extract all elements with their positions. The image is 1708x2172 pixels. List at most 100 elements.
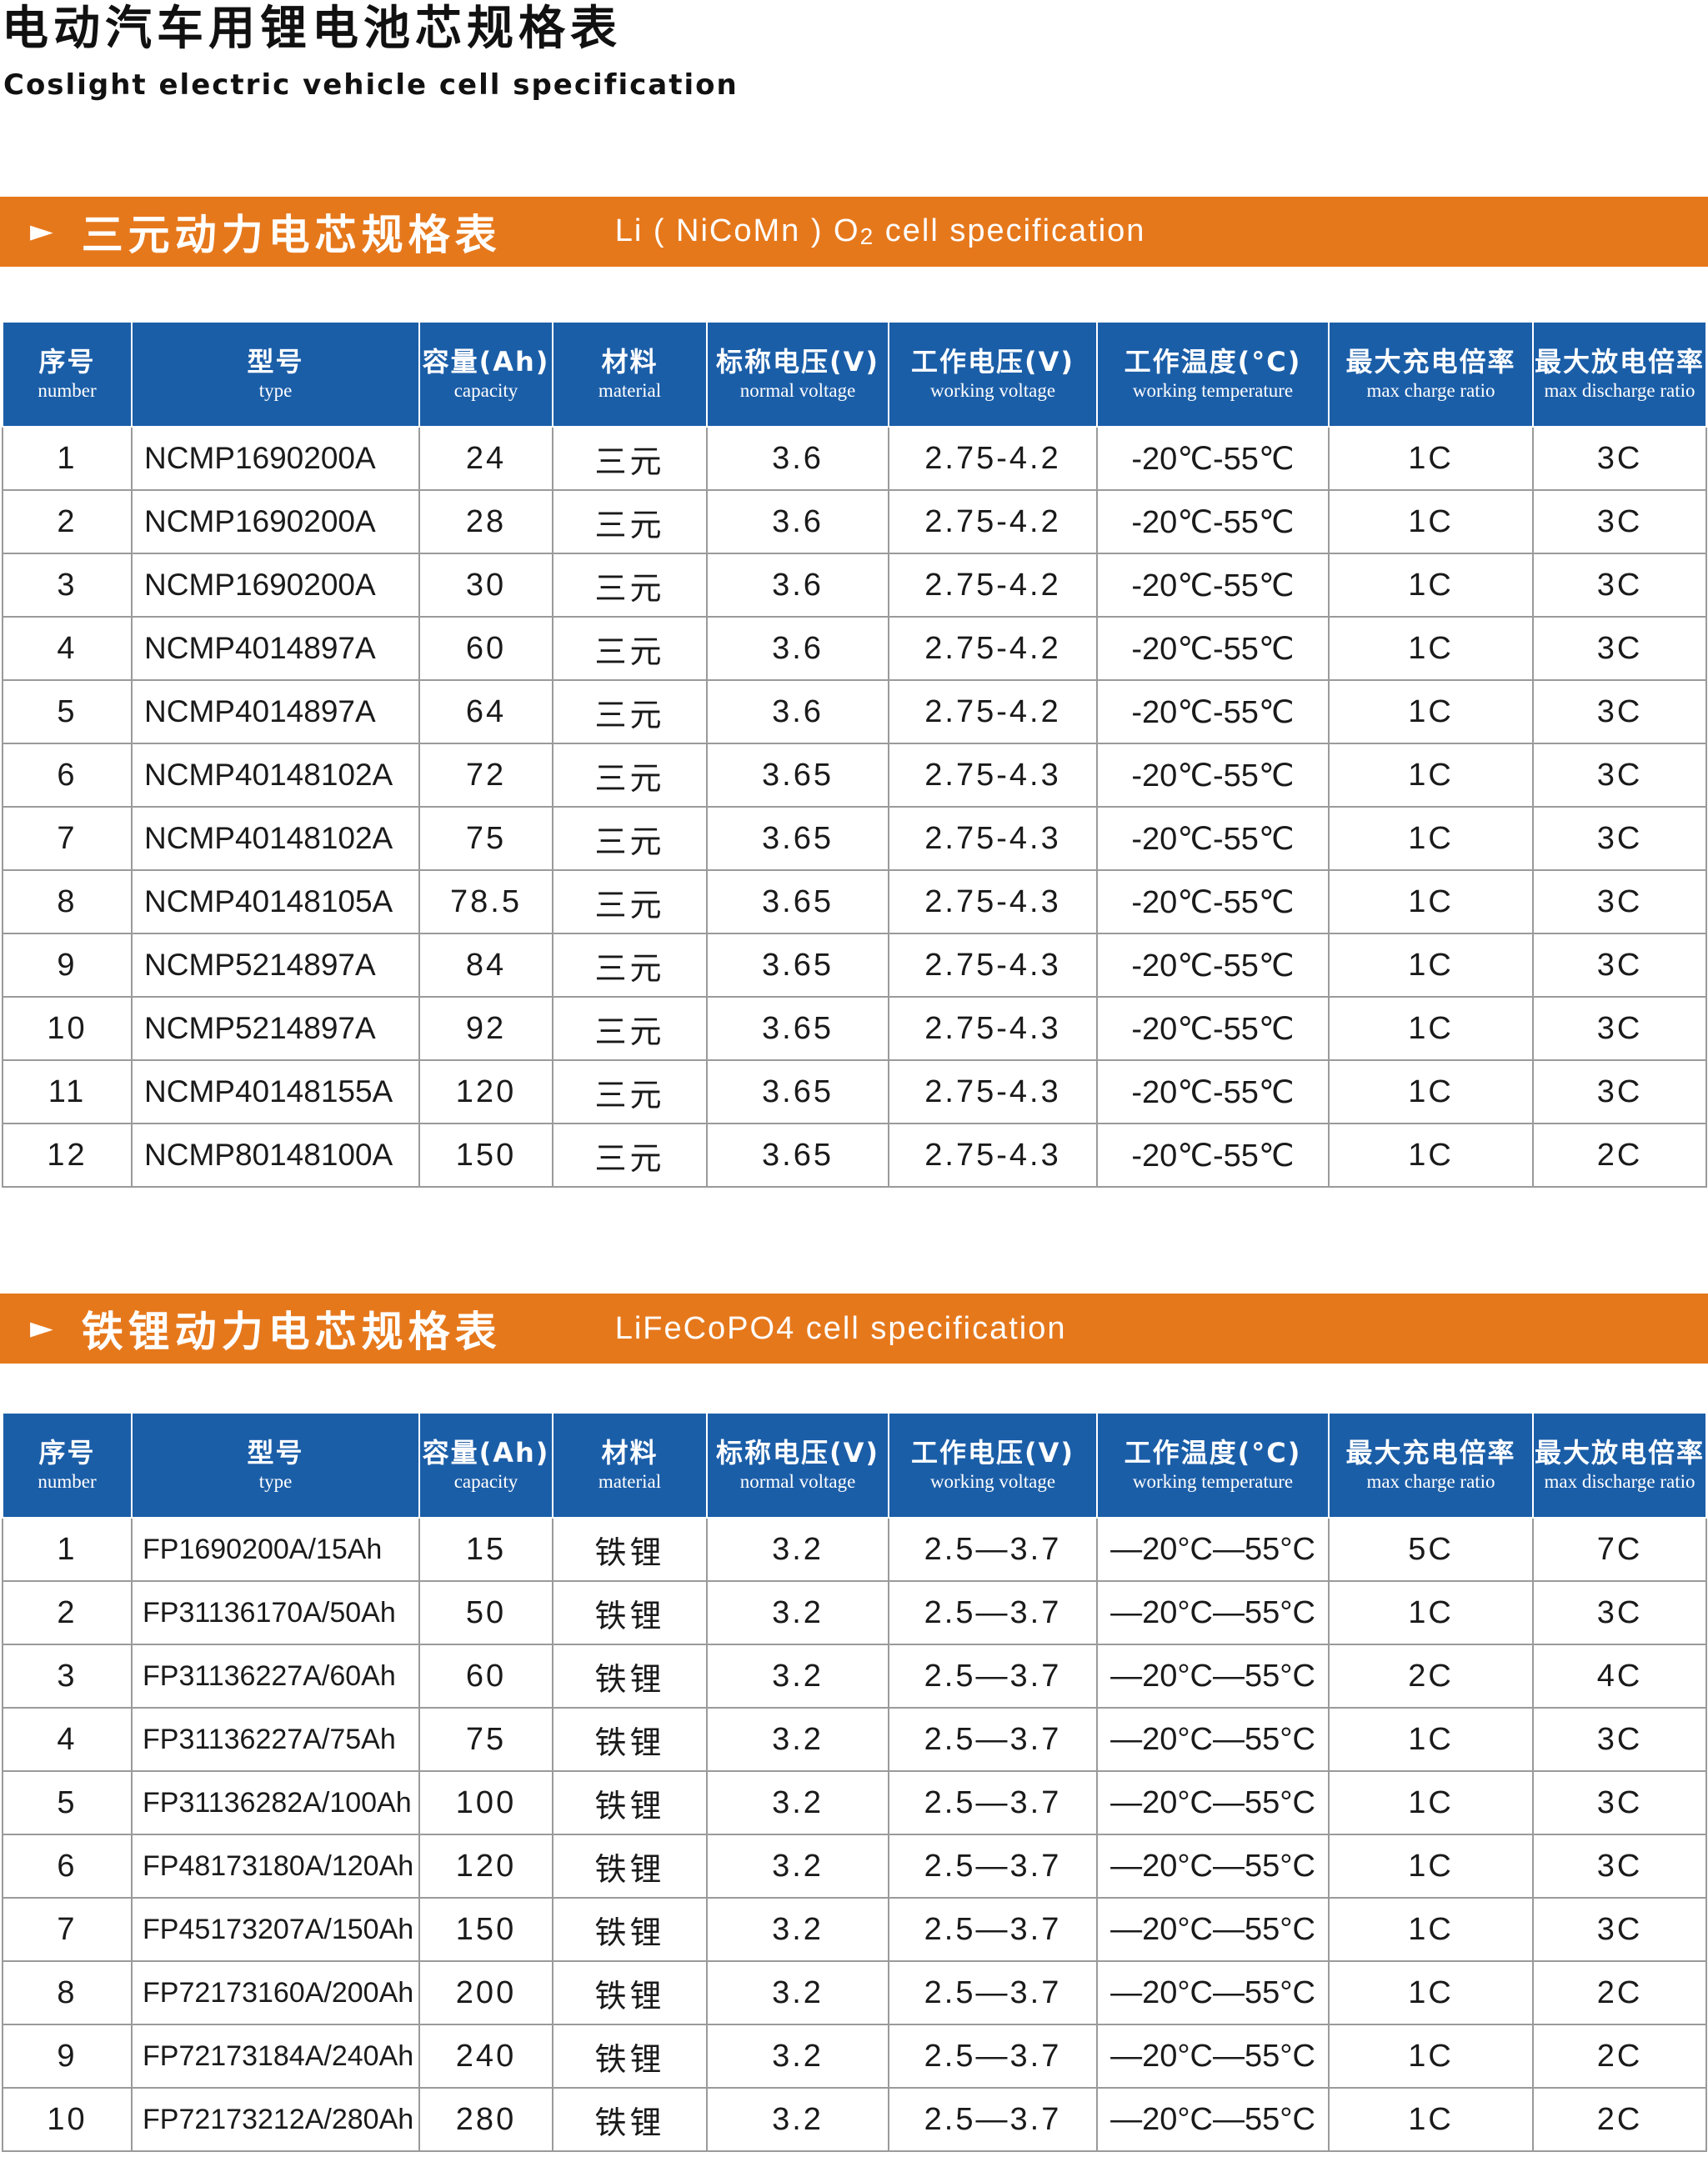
temperature-cell: -20℃-55℃ [1096,679,1330,744]
discharge-ratio-cell: 3C [1532,489,1707,554]
table-row: 10 NCMP5214897A 92 三元 3.65 2.75-4.3 -20℃-55℃ 1C… [2,996,1707,1061]
working-voltage-cell: 2.5—3.7 [888,2024,1098,2089]
header-max-charge-ratio: 最大充电倍率 max charge ratio [1328,1412,1534,1519]
model-cell: NCMP1690200A [131,553,420,618]
charge-ratio-cell: 1C [1328,743,1534,808]
material-cell: 铁锂 [552,1834,708,1899]
header-label-cn: 工作电压(V) [910,1437,1075,1469]
table-row: 4 FP31136227A/75Ah 75 铁锂 3.2 2.5—3.7 —20°C—55°… [2,1707,1707,1772]
header-label-en: capacity [453,380,518,402]
nominal-voltage-cell: 3.2 [706,1580,889,1645]
material-cell: 三元 [552,996,708,1061]
row-number: 9 [2,933,133,998]
ncm-section-banner: ► 三元动力电芯规格表 Li ( NiCoMn ) O2 cell specif… [0,197,1708,267]
table-row: 9 NCMP5214897A 84 三元 3.65 2.75-4.3 -20℃-55℃ 1C 3… [2,933,1707,998]
triangle-arrow-icon: ► [30,1311,53,1345]
table-header-row: 序号 number 型号 type 容量(Ah) capacity 材料 material 标称… [2,321,1707,428]
nominal-voltage-cell: 3.2 [706,1897,889,1962]
nominal-voltage-cell: 3.65 [706,869,889,934]
charge-ratio-cell: 1C [1328,553,1534,618]
header-label-en: max charge ratio [1366,380,1495,402]
header-label-en: number [38,380,97,402]
capacity-cell: 120 [418,1834,553,1899]
row-number: 8 [2,1960,133,2025]
capacity-cell: 24 [418,426,553,491]
working-voltage-cell: 2.5—3.7 [888,1960,1098,2025]
header-working-temperature: 工作温度(°C) working temperature [1096,321,1330,428]
charge-ratio-cell: 1C [1328,996,1534,1061]
capacity-cell: 60 [418,616,553,681]
header-label-cn: 标称电压(V) [715,346,880,378]
discharge-ratio-cell: 3C [1532,933,1707,998]
temperature-cell: —20°C—55°C [1096,2087,1330,2152]
material-cell: 铁锂 [552,1707,708,1772]
charge-ratio-cell: 1C [1328,1580,1534,1645]
working-voltage-cell: 2.5—3.7 [888,2087,1098,2152]
header-type: 型号 type [131,1412,420,1519]
temperature-cell: -20℃-55℃ [1096,1059,1330,1124]
nominal-voltage-cell: 3.65 [706,933,889,998]
row-number: 8 [2,869,133,934]
material-cell: 铁锂 [552,1960,708,2025]
temperature-cell: -20℃-55℃ [1096,996,1330,1061]
table-row: 4 NCMP4014897A 60 三元 3.6 2.75-4.2 -20℃-55℃ 1C 3C [2,616,1707,681]
temperature-cell: —20°C—55°C [1096,1770,1330,1835]
capacity-cell: 75 [418,1707,553,1772]
model-cell: FP31136170A/50Ah [131,1580,420,1645]
material-cell: 铁锂 [552,2087,708,2152]
material-cell: 三元 [552,679,708,744]
discharge-ratio-cell: 3C [1532,996,1707,1061]
table-row: 3 NCMP1690200A 30 三元 3.6 2.75-4.2 -20℃-55℃ 1C 3C [2,553,1707,618]
row-number: 2 [2,489,133,554]
capacity-cell: 78.5 [418,869,553,934]
header-working-voltage: 工作电压(V) working voltage [888,321,1098,428]
document-subtitle: Coslight electric vehicle cell specifica… [3,68,739,102]
model-cell: NCMP40148155A [131,1059,420,1124]
temperature-cell: -20℃-55℃ [1096,1123,1330,1188]
working-voltage-cell: 2.5—3.7 [888,1897,1098,1962]
header-label-cn: 材料 [601,346,659,378]
charge-ratio-cell: 1C [1328,2087,1534,2152]
material-cell: 铁锂 [552,1580,708,1645]
discharge-ratio-cell: 3C [1532,1707,1707,1772]
discharge-ratio-cell: 3C [1532,679,1707,744]
capacity-cell: 120 [418,1059,553,1124]
charge-ratio-cell: 1C [1328,679,1534,744]
header-capacity: 容量(Ah) capacity [418,321,553,428]
header-label-cn: 序号 [38,1437,96,1469]
charge-ratio-cell: 1C [1328,1123,1534,1188]
discharge-ratio-cell: 2C [1532,2024,1707,2089]
row-number: 1 [2,1517,133,1582]
working-voltage-cell: 2.75-4.2 [888,553,1098,618]
model-cell: FP45173207A/150Ah [131,1897,420,1962]
capacity-cell: 200 [418,1960,553,2025]
discharge-ratio-cell: 4C [1532,1644,1707,1709]
model-cell: FP48173180A/120Ah [131,1834,420,1899]
header-label-cn: 工作温度(°C) [1124,1437,1302,1469]
charge-ratio-cell: 5C [1328,1517,1534,1582]
capacity-cell: 64 [418,679,553,744]
discharge-ratio-cell: 3C [1532,806,1707,871]
model-cell: NCMP4014897A [131,616,420,681]
table-row: 6 NCMP40148102A 72 三元 3.65 2.75-4.3 -20℃-55℃ 1C… [2,743,1707,808]
working-voltage-cell: 2.75-4.2 [888,679,1098,744]
header-label-en: working temperature [1132,1471,1294,1493]
nominal-voltage-cell: 3.65 [706,996,889,1061]
nominal-voltage-cell: 3.2 [706,2087,889,2152]
lfp-section-title-en: LiFeCoPO4 cell specification [614,1310,1067,1346]
capacity-cell: 150 [418,1897,553,1962]
model-cell: NCMP40148102A [131,806,420,871]
capacity-cell: 60 [418,1644,553,1709]
material-cell: 三元 [552,933,708,998]
charge-ratio-cell: 2C [1328,1644,1534,1709]
table-row: 3 FP31136227A/60Ah 60 铁锂 3.2 2.5—3.7 —20°C—55°… [2,1644,1707,1709]
discharge-ratio-cell: 3C [1532,553,1707,618]
nominal-voltage-cell: 3.2 [706,1644,889,1709]
header-label-en: working voltage [929,380,1056,402]
working-voltage-cell: 2.5—3.7 [888,1580,1098,1645]
model-cell: NCMP40148105A [131,869,420,934]
header-label-en: material [598,380,662,402]
nominal-voltage-cell: 3.6 [706,616,889,681]
charge-ratio-cell: 1C [1328,1897,1534,1962]
working-voltage-cell: 2.5—3.7 [888,1517,1098,1582]
